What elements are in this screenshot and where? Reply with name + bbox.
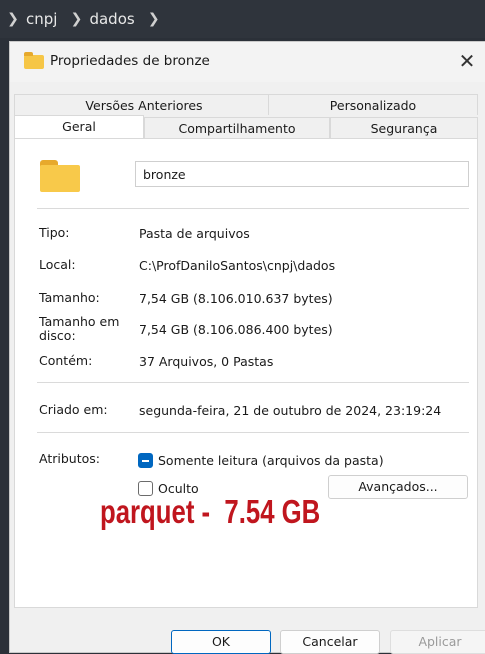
tab-versoes-anteriores[interactable]: Versões Anteriores — [14, 94, 274, 115]
dialog-title: Propriedades de bronze — [50, 53, 210, 69]
divider — [37, 432, 469, 433]
apply-button[interactable]: Aplicar — [390, 630, 485, 654]
cancel-button[interactable]: Cancelar — [280, 630, 380, 654]
dialog-titlebar[interactable]: Propriedades de bronze ✕ — [10, 42, 485, 82]
chevron-right-icon[interactable]: ❯ — [0, 11, 26, 27]
breadcrumb: ❯ cnpj ❯ dados ❯ — [0, 0, 485, 38]
tamanho-value: 7,54 GB (8.106.010.637 bytes) — [139, 291, 333, 306]
criado-value: segunda-feira, 21 de outubro de 2024, 23… — [139, 403, 442, 418]
tamanho-disco-value: 7,54 GB (8.106.086.400 bytes) — [139, 322, 333, 337]
properties-dialog: Propriedades de bronze ✕ Versões Anterio… — [9, 41, 485, 654]
folder-icon — [24, 52, 44, 69]
tab-compartilhamento[interactable]: Compartilhamento — [144, 117, 330, 138]
avancados-button[interactable]: Avançados... — [328, 475, 468, 499]
breadcrumb-item-cnpj[interactable]: cnpj — [26, 10, 57, 28]
tab-panel-geral: bronze Tipo: Pasta de arquivos Local: C:… — [14, 138, 478, 608]
contem-label: Contém: — [39, 353, 93, 368]
tipo-value: Pasta de arquivos — [139, 226, 250, 241]
tipo-label: Tipo: — [39, 225, 70, 240]
local-label: Local: — [39, 257, 76, 272]
tab-geral[interactable]: Geral — [14, 115, 144, 139]
somente-leitura-label: Somente leitura (arquivos da pasta) — [158, 453, 384, 468]
folder-icon — [40, 160, 80, 192]
tab-personalizado[interactable]: Personalizado — [268, 94, 478, 115]
somente-leitura-checkbox[interactable] — [138, 453, 153, 468]
criado-label: Criado em: — [39, 402, 108, 417]
tamanho-disco-label-line2: disco: — [39, 328, 76, 343]
tamanho-label: Tamanho: — [39, 290, 100, 305]
tab-seguranca[interactable]: Segurança — [330, 117, 478, 138]
breadcrumb-item-dados[interactable]: dados — [89, 10, 134, 28]
folder-name-input[interactable]: bronze — [135, 161, 469, 187]
size-annotation: parquet - 7.54 GB — [100, 493, 321, 530]
chevron-right-icon[interactable]: ❯ — [63, 11, 89, 27]
close-icon[interactable]: ✕ — [454, 48, 480, 74]
atributos-label: Atributos: — [39, 451, 100, 466]
local-value: C:\ProfDaniloSantos\cnpj\dados — [139, 258, 336, 273]
divider — [37, 382, 469, 383]
tamanho-disco-label-line1: Tamanho em — [39, 314, 120, 329]
ok-button[interactable]: OK — [171, 630, 271, 654]
contem-value: 37 Arquivos, 0 Pastas — [139, 354, 274, 369]
chevron-right-icon[interactable]: ❯ — [141, 11, 167, 27]
divider — [37, 208, 469, 209]
